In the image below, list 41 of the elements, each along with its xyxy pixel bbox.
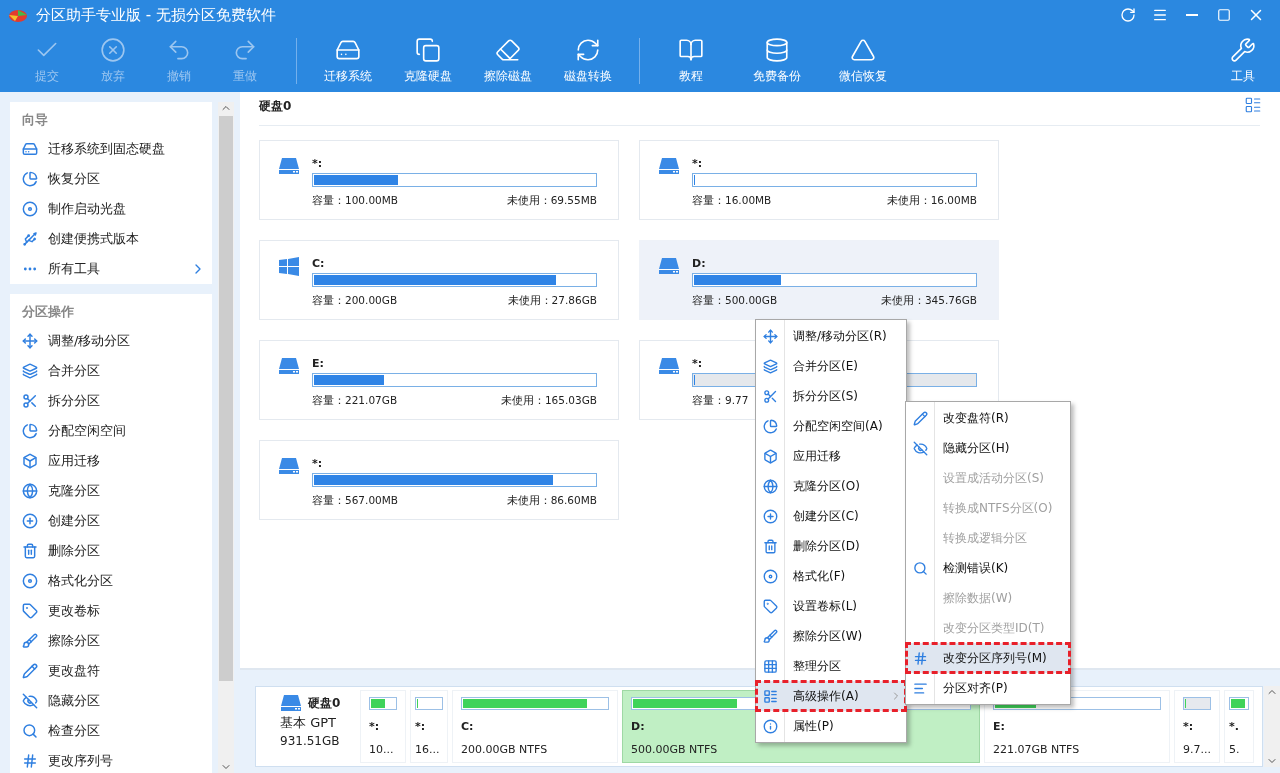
window-title: 分区助手专业版 - 无损分区免费软件 [36,5,277,25]
unused-text: 未使用：86.60MB [506,494,597,508]
partition-letter: D: [692,257,706,271]
capacity-text: 容量：9.77 [692,394,749,408]
partition-letter: *: [692,157,703,171]
segment-info: 221.07GB NTFS [993,743,1080,756]
segment-label: *. [1229,720,1239,733]
segment-info: 10... [369,743,394,756]
segment-label: D: [631,720,645,733]
capacity-text: 容量：100.00MB [312,194,398,208]
section-title: 分区操作 [21,303,75,321]
unused-text: 未使用：165.03GB [500,394,597,408]
section-title: 向导 [21,111,49,129]
partition-letter: *: [312,157,323,171]
segment-label: *: [369,720,380,733]
disk-name: 硬盘0 [308,694,341,712]
partition-letter: E: [312,357,324,371]
segment-info: 16... [415,743,440,756]
segment-info: 5. [1229,743,1240,756]
unused-text: 未使用：16.00MB [886,194,977,208]
segment-info: 9.7... [1183,743,1211,756]
disk-type: 基本 GPT [280,714,336,732]
partition-letter: *: [312,457,323,471]
disk-size: 931.51GB [280,734,340,748]
unused-text: 未使用：69.55MB [506,194,597,208]
capacity-text: 容量：567.00MB [312,494,398,508]
unused-text: 未使用：27.86GB [507,294,597,308]
unused-text: 未使用：345.76GB [880,294,977,308]
segment-label: E: [993,720,1005,733]
segment-label: C: [461,720,474,733]
capacity-text: 容量：200.00GB [312,294,398,308]
disk-title: 硬盘0 [259,98,292,115]
segment-label: *: [1183,720,1194,733]
partition-letter: *: [692,357,703,371]
capacity-text: 容量：221.07GB [312,394,398,408]
segment-info: 200.00GB NTFS [461,743,548,756]
segment-label: *: [415,720,426,733]
segment-info: 500.00GB NTFS [631,743,718,756]
capacity-text: 容量：500.00GB [692,294,778,308]
partition-letter: C: [312,257,325,271]
capacity-text: 容量：16.00MB [692,194,772,208]
